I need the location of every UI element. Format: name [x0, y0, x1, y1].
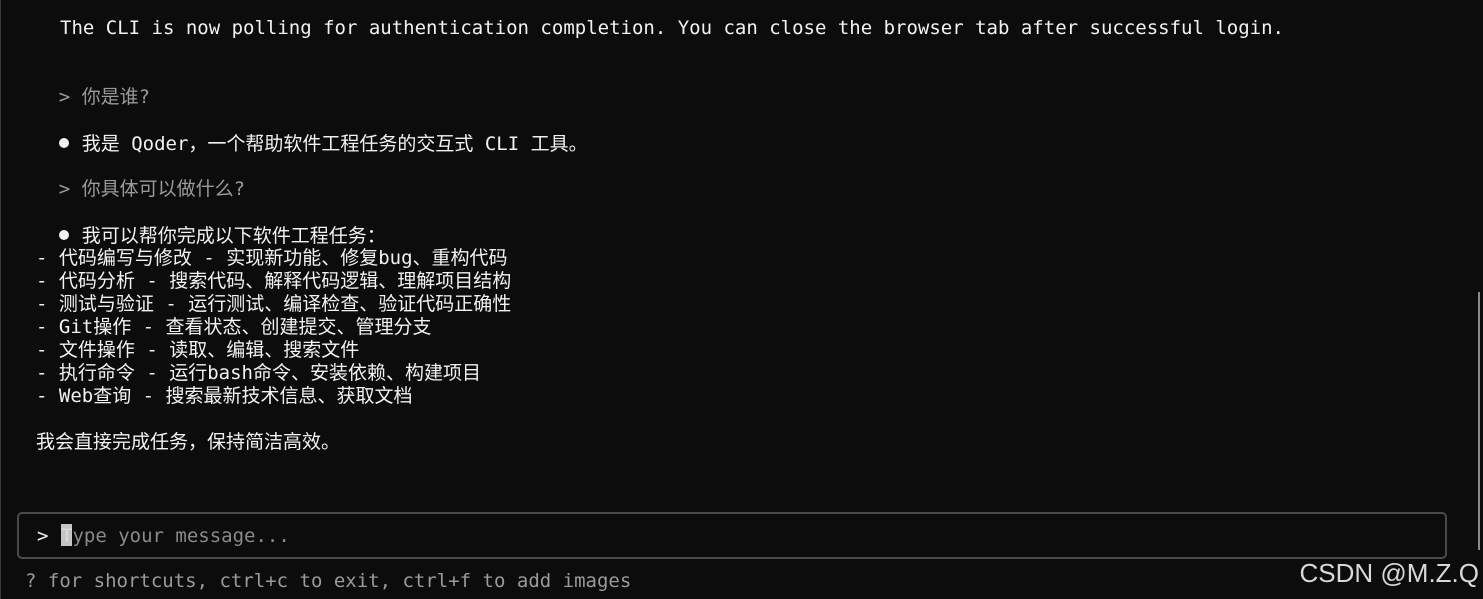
list-item: - Web查询 - 搜索最新技术信息、获取文档: [36, 385, 413, 407]
input-prompt-marker: >: [37, 525, 49, 547]
assistant-turn-1: 我是 Qoder，一个帮助软件工程任务的交互式 CLI 工具。: [13, 110, 588, 155]
scrollbar-thumb[interactable]: [1478, 292, 1480, 550]
terminal-window: The CLI is now polling for authenticatio…: [0, 0, 1483, 599]
response-bullet-icon: [58, 138, 69, 148]
prompt-marker: >: [58, 86, 71, 108]
list-item: - 代码分析 - 搜索代码、解释代码逻辑、理解项目结构: [36, 270, 512, 292]
list-item: - 代码编写与修改 - 实现新功能、修复bug、重构代码: [36, 247, 508, 269]
shortcut-hint: ? for shortcuts, ctrl+c to exit, ctrl+f …: [25, 570, 632, 592]
user-turn-1: > 你是谁?: [13, 63, 150, 108]
message-input-box[interactable]: >: [17, 512, 1447, 559]
auth-notice: The CLI is now polling for authenticatio…: [60, 17, 1284, 39]
list-item: - 执行命令 - 运行bash命令、安装依赖、构建项目: [36, 362, 481, 384]
watermark: CSDN @M.Z.Q: [1299, 558, 1480, 588]
user-message: 你具体可以做什么?: [81, 178, 246, 200]
list-item: - 测试与验证 - 运行测试、编译检查、验证代码正确性: [36, 293, 512, 315]
assistant-intro: 我可以帮你完成以下软件工程任务：: [81, 225, 386, 247]
message-input[interactable]: [61, 523, 1421, 548]
user-message: 你是谁?: [81, 86, 151, 108]
assistant-closing: 我会直接完成任务，保持简洁高效。: [36, 431, 341, 453]
user-turn-2: > 你具体可以做什么?: [13, 155, 245, 200]
prompt-marker: >: [58, 178, 71, 200]
list-item: - 文件操作 - 读取、编辑、搜索文件: [36, 339, 360, 361]
text-cursor: [61, 524, 72, 546]
assistant-turn-2: 我可以帮你完成以下软件工程任务：: [13, 202, 386, 247]
list-item: - Git操作 - 查看状态、创建提交、管理分支: [36, 316, 432, 338]
response-bullet-icon: [58, 230, 69, 240]
assistant-message: 我是 Qoder，一个帮助软件工程任务的交互式 CLI 工具。: [81, 133, 588, 155]
